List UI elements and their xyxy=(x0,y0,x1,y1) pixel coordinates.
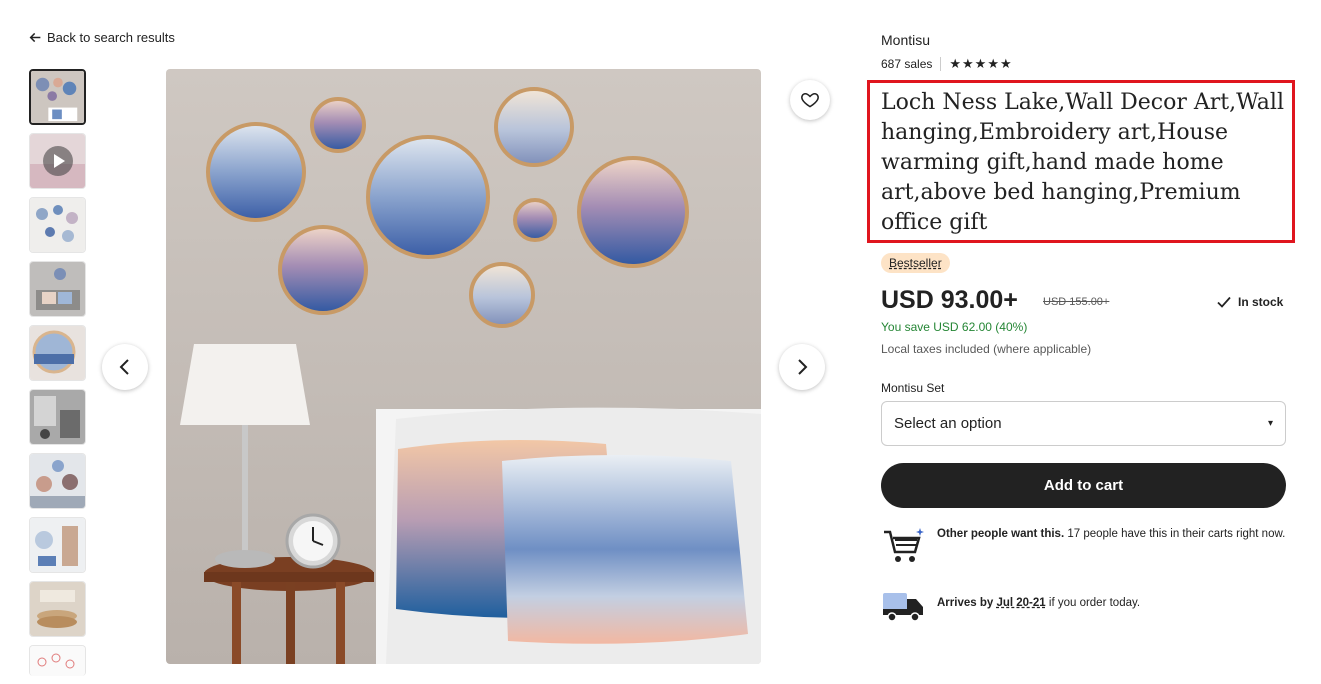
demand-rest: 17 people have this in their carts right… xyxy=(1064,528,1286,540)
divider xyxy=(940,57,942,71)
savings-text: You save USD 62.00 (40%) xyxy=(881,320,1028,334)
demand-notice: Other people want this. 17 people have t… xyxy=(881,526,1286,566)
thumbnail-5[interactable] xyxy=(29,325,86,381)
variant-select[interactable]: Select an option ▾ xyxy=(881,401,1286,446)
product-price: USD 93.00+ xyxy=(881,286,1018,314)
checkmark-icon xyxy=(1217,296,1231,308)
heart-icon xyxy=(801,92,819,108)
arrives-suffix: if you order today. xyxy=(1045,597,1141,609)
shop-name-link[interactable]: Montisu xyxy=(881,32,930,48)
arrives-prefix: Arrives by xyxy=(937,597,997,609)
thumbnail-9[interactable] xyxy=(29,581,86,637)
tax-note: Local taxes included (where applicable) xyxy=(881,342,1092,356)
favorite-button[interactable] xyxy=(790,80,830,120)
sales-count: 687 sales xyxy=(881,57,933,71)
chevron-left-icon xyxy=(119,359,129,375)
main-product-image xyxy=(166,69,761,664)
thumbnail-strip xyxy=(29,69,86,684)
chevron-right-icon xyxy=(798,359,808,375)
thumbnail-7[interactable] xyxy=(29,453,86,509)
thumbnail-4[interactable] xyxy=(29,261,86,317)
delivery-notice: Arrives by Jul 20-21 if you order today. xyxy=(881,587,1286,627)
thumbnail-8[interactable] xyxy=(29,517,86,573)
product-title: Loch Ness Lake,Wall Decor Art,Wall hangi… xyxy=(881,90,1284,235)
bestseller-badge[interactable]: Bestseller xyxy=(881,253,950,273)
back-to-search-link[interactable]: Back to search results xyxy=(29,30,175,45)
play-icon xyxy=(42,146,73,176)
stock-status: In stock xyxy=(1216,294,1283,310)
previous-image-button[interactable] xyxy=(102,344,148,390)
demand-bold: Other people want this. xyxy=(937,528,1065,540)
thumbnail-3[interactable] xyxy=(29,197,86,253)
thumbnail-1[interactable] xyxy=(29,69,86,125)
next-image-button[interactable] xyxy=(779,344,825,390)
truck-icon xyxy=(883,593,923,622)
variant-label: Montisu Set xyxy=(881,381,945,395)
thumbnail-10[interactable] xyxy=(29,645,86,676)
back-link-label: Back to search results xyxy=(47,30,175,45)
chevron-down-icon: ▾ xyxy=(1267,418,1273,429)
demand-text: Other people want this. 17 people have t… xyxy=(937,526,1285,542)
thumbnail-6[interactable] xyxy=(29,389,86,445)
delivery-text: Arrives by Jul 20-21 if you order today. xyxy=(937,587,1140,611)
star-rating[interactable]: ★★★★★ xyxy=(949,56,1012,72)
add-to-cart-button[interactable]: Add to cart xyxy=(881,463,1286,508)
thumbnail-video[interactable] xyxy=(29,133,86,189)
variant-placeholder: Select an option xyxy=(894,415,1002,432)
original-price: USD 155.00+ xyxy=(1043,296,1110,308)
arrow-left-icon xyxy=(29,32,41,43)
arrival-date[interactable]: Jul 20-21 xyxy=(996,597,1045,609)
stock-label: In stock xyxy=(1238,295,1284,309)
cart-icon xyxy=(884,528,924,562)
shop-sales-row: 687 sales ★★★★★ xyxy=(881,56,1013,72)
